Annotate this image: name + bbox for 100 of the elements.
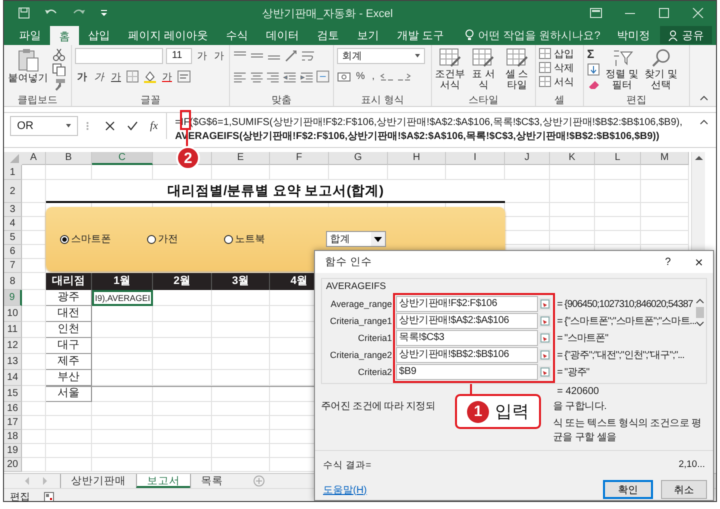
orientation-icon[interactable] — [284, 49, 298, 62]
column-header[interactable]: G — [329, 152, 388, 165]
percent-button[interactable]: % — [354, 71, 367, 82]
font-color-button[interactable]: 가 — [160, 70, 174, 84]
cancel-button[interactable]: 취소 — [661, 480, 707, 499]
column-header[interactable]: I — [446, 152, 505, 165]
range-select-icon[interactable] — [539, 349, 551, 361]
enter-icon[interactable] — [127, 121, 138, 131]
scroll-thumb[interactable] — [696, 307, 704, 318]
row-header[interactable]: 4 — [4, 217, 22, 231]
shrink-font-button[interactable]: 가 — [212, 48, 226, 62]
column-header[interactable]: C — [92, 152, 153, 165]
row-header[interactable]: 16 — [4, 402, 22, 416]
range-select-icon[interactable] — [539, 366, 551, 378]
ribbon-tab[interactable]: 파일 — [10, 25, 50, 45]
row-header[interactable]: 3 — [4, 203, 22, 217]
fill-down-icon[interactable] — [587, 63, 601, 76]
macro-record-icon[interactable] — [44, 492, 54, 501]
range-select-icon[interactable] — [539, 315, 551, 327]
ribbon-tab[interactable]: 홈 — [50, 26, 79, 45]
radio-option[interactable]: 노트북 — [224, 232, 326, 246]
decrease-indent-icon[interactable] — [283, 70, 297, 83]
close-icon[interactable] — [692, 8, 704, 18]
range-select-icon[interactable] — [539, 298, 551, 310]
wrap-text-icon[interactable] — [301, 49, 315, 62]
name-box[interactable]: OR — [10, 116, 78, 136]
argument-field[interactable]: 상반기판매!F$2:F$106 — [396, 296, 538, 312]
row-header[interactable]: 8 — [4, 273, 22, 290]
row-header[interactable]: 11 — [4, 322, 22, 338]
ribbon-tab[interactable]: 삽입 — [79, 25, 119, 45]
row-header[interactable]: 17 — [4, 416, 22, 430]
radio-option[interactable]: 가전 — [147, 232, 224, 246]
active-cell[interactable]: I9),AVERAGEI — [92, 290, 153, 306]
align-text-icon[interactable] — [250, 70, 264, 83]
radio-button[interactable] — [60, 234, 69, 244]
close-button[interactable]: × — [694, 254, 703, 270]
dropdown-field[interactable]: 합계 — [326, 231, 386, 247]
italic-button[interactable]: 가 — [92, 70, 106, 84]
autosum-button[interactable]: Σ — [587, 48, 594, 61]
column-header[interactable]: J — [505, 152, 550, 165]
eraser-icon[interactable] — [587, 78, 601, 91]
row-header[interactable]: 18 — [4, 430, 22, 444]
style-button[interactable]: 셀 스타일 — [502, 47, 532, 93]
row-header[interactable]: 13 — [4, 354, 22, 370]
borders-icon[interactable] — [126, 70, 140, 83]
range-select-icon[interactable] — [539, 332, 551, 344]
number-format-field[interactable]: 회계 — [337, 48, 425, 64]
scroll-down-icon[interactable] — [696, 321, 704, 327]
radio-option[interactable]: 스마트폰 — [60, 232, 147, 246]
argument-field[interactable]: 상반기판매!$A$2:$A$106 — [396, 313, 538, 329]
collapse-ribbon-icon[interactable] — [700, 95, 708, 101]
ribbon-tab[interactable]: 보기 — [348, 25, 388, 45]
row-header[interactable]: 15 — [4, 386, 22, 402]
column-header[interactable]: L — [595, 152, 641, 165]
caret-icon[interactable] — [66, 124, 71, 128]
help-button[interactable]: ? — [664, 256, 671, 268]
column-header[interactable]: B — [46, 152, 92, 165]
sheet-tab[interactable]: 보고서 — [136, 474, 190, 488]
align-text-icon[interactable] — [266, 70, 280, 83]
font-name-field[interactable] — [75, 48, 163, 64]
argument-field[interactable]: 상반기판매!$B$2:$B$106 — [396, 347, 538, 363]
tell-me-field[interactable]: 어떤 작업을 원하시나요? — [465, 25, 600, 45]
column-header[interactable]: K — [550, 152, 595, 165]
sort-filter-button[interactable]: 정렬 및 필터 — [604, 47, 640, 93]
user-name[interactable]: 박미정 — [607, 25, 660, 45]
expand-formula-icon[interactable] — [700, 119, 708, 125]
fill-color-icon[interactable] — [143, 70, 157, 83]
style-button[interactable]: 표 서식 — [468, 47, 499, 93]
column-header[interactable]: M — [641, 152, 689, 165]
save-icon[interactable] — [18, 7, 30, 19]
copy-icon[interactable] — [52, 63, 66, 76]
ok-button[interactable]: 확인 — [603, 480, 653, 499]
row-header[interactable]: 10 — [4, 306, 22, 322]
scroll-up-icon[interactable] — [696, 298, 704, 304]
argument-field[interactable]: $B9 — [396, 364, 538, 380]
row-header[interactable]: 12 — [4, 338, 22, 354]
style-button[interactable]: 조건부 서식 — [435, 47, 466, 93]
ribbon-tab[interactable]: 데이터 — [257, 25, 308, 45]
bold-button[interactable]: 가 — [75, 70, 89, 84]
row-header[interactable]: 2 — [4, 180, 22, 203]
currency-icon[interactable] — [337, 70, 351, 83]
cells-button[interactable]: 삭제 — [539, 61, 580, 74]
column-header[interactable]: H — [388, 152, 446, 165]
row-header[interactable]: 9 — [4, 290, 22, 306]
paste-button[interactable]: 붙여넣기 — [7, 47, 49, 93]
radio-button[interactable] — [147, 234, 156, 244]
customize-caret-icon[interactable] — [100, 9, 108, 17]
ribbon-tab[interactable]: 수식 — [217, 25, 258, 45]
share-button[interactable]: 공유 — [660, 26, 712, 44]
column-header[interactable]: F — [270, 152, 329, 165]
argument-field[interactable]: 목록!$C$3 — [396, 330, 538, 346]
cells-button[interactable]: 서식 — [539, 75, 580, 88]
row-header[interactable]: 1 — [4, 165, 22, 180]
scissors-icon[interactable] — [52, 48, 66, 61]
row-header[interactable]: 14 — [4, 370, 22, 386]
column-header[interactable]: A — [22, 152, 46, 165]
scroll-up-icon[interactable] — [694, 155, 702, 161]
increase-indent-icon[interactable] — [300, 70, 314, 83]
find-select-button[interactable]: 찾기 및 선택 — [643, 47, 679, 93]
help-link[interactable]: 도움말(H) — [323, 482, 595, 496]
